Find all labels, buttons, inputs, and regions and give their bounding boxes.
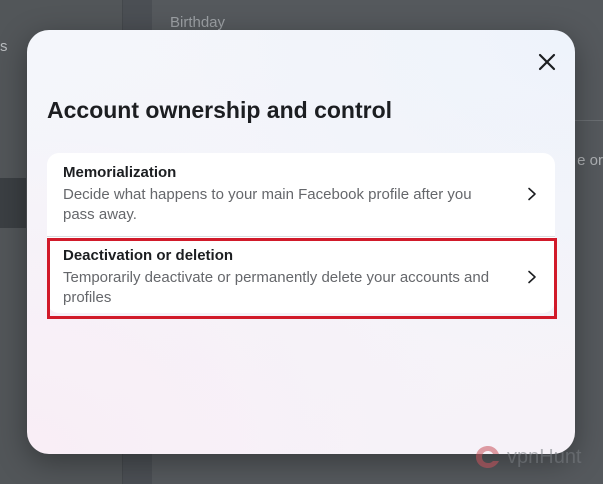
chevron-right-icon [528, 187, 536, 201]
option-title: Deactivation or deletion [63, 247, 234, 264]
close-button[interactable] [534, 49, 560, 75]
vpnhunt-logo-icon [476, 446, 499, 468]
close-icon [538, 53, 556, 71]
option-description: Decide what happens to your main Faceboo… [63, 186, 472, 223]
watermark: vpnHunt [473, 444, 582, 470]
options-card: Memorialization Decide what happens to y… [47, 153, 555, 313]
account-ownership-dialog: Account ownership and control Memorializ… [27, 30, 575, 454]
option-title: Memorialization [63, 164, 177, 181]
sidebar-text-fragment: s [0, 38, 8, 55]
dialog-title: Account ownership and control [47, 97, 393, 123]
memorialization-option[interactable]: Memorialization Decide what happens to y… [47, 153, 555, 235]
chevron-right-icon [528, 270, 536, 284]
option-description: Temporarily deactivate or permanently de… [63, 269, 490, 306]
background-text-fragment: e or [577, 152, 603, 169]
birthday-label: Birthday [170, 14, 226, 31]
deactivation-deletion-option[interactable]: Deactivation or deletion Temporarily dea… [47, 237, 555, 313]
sidebar-selected-item [0, 178, 26, 228]
watermark-text: vpnHunt [507, 445, 582, 468]
